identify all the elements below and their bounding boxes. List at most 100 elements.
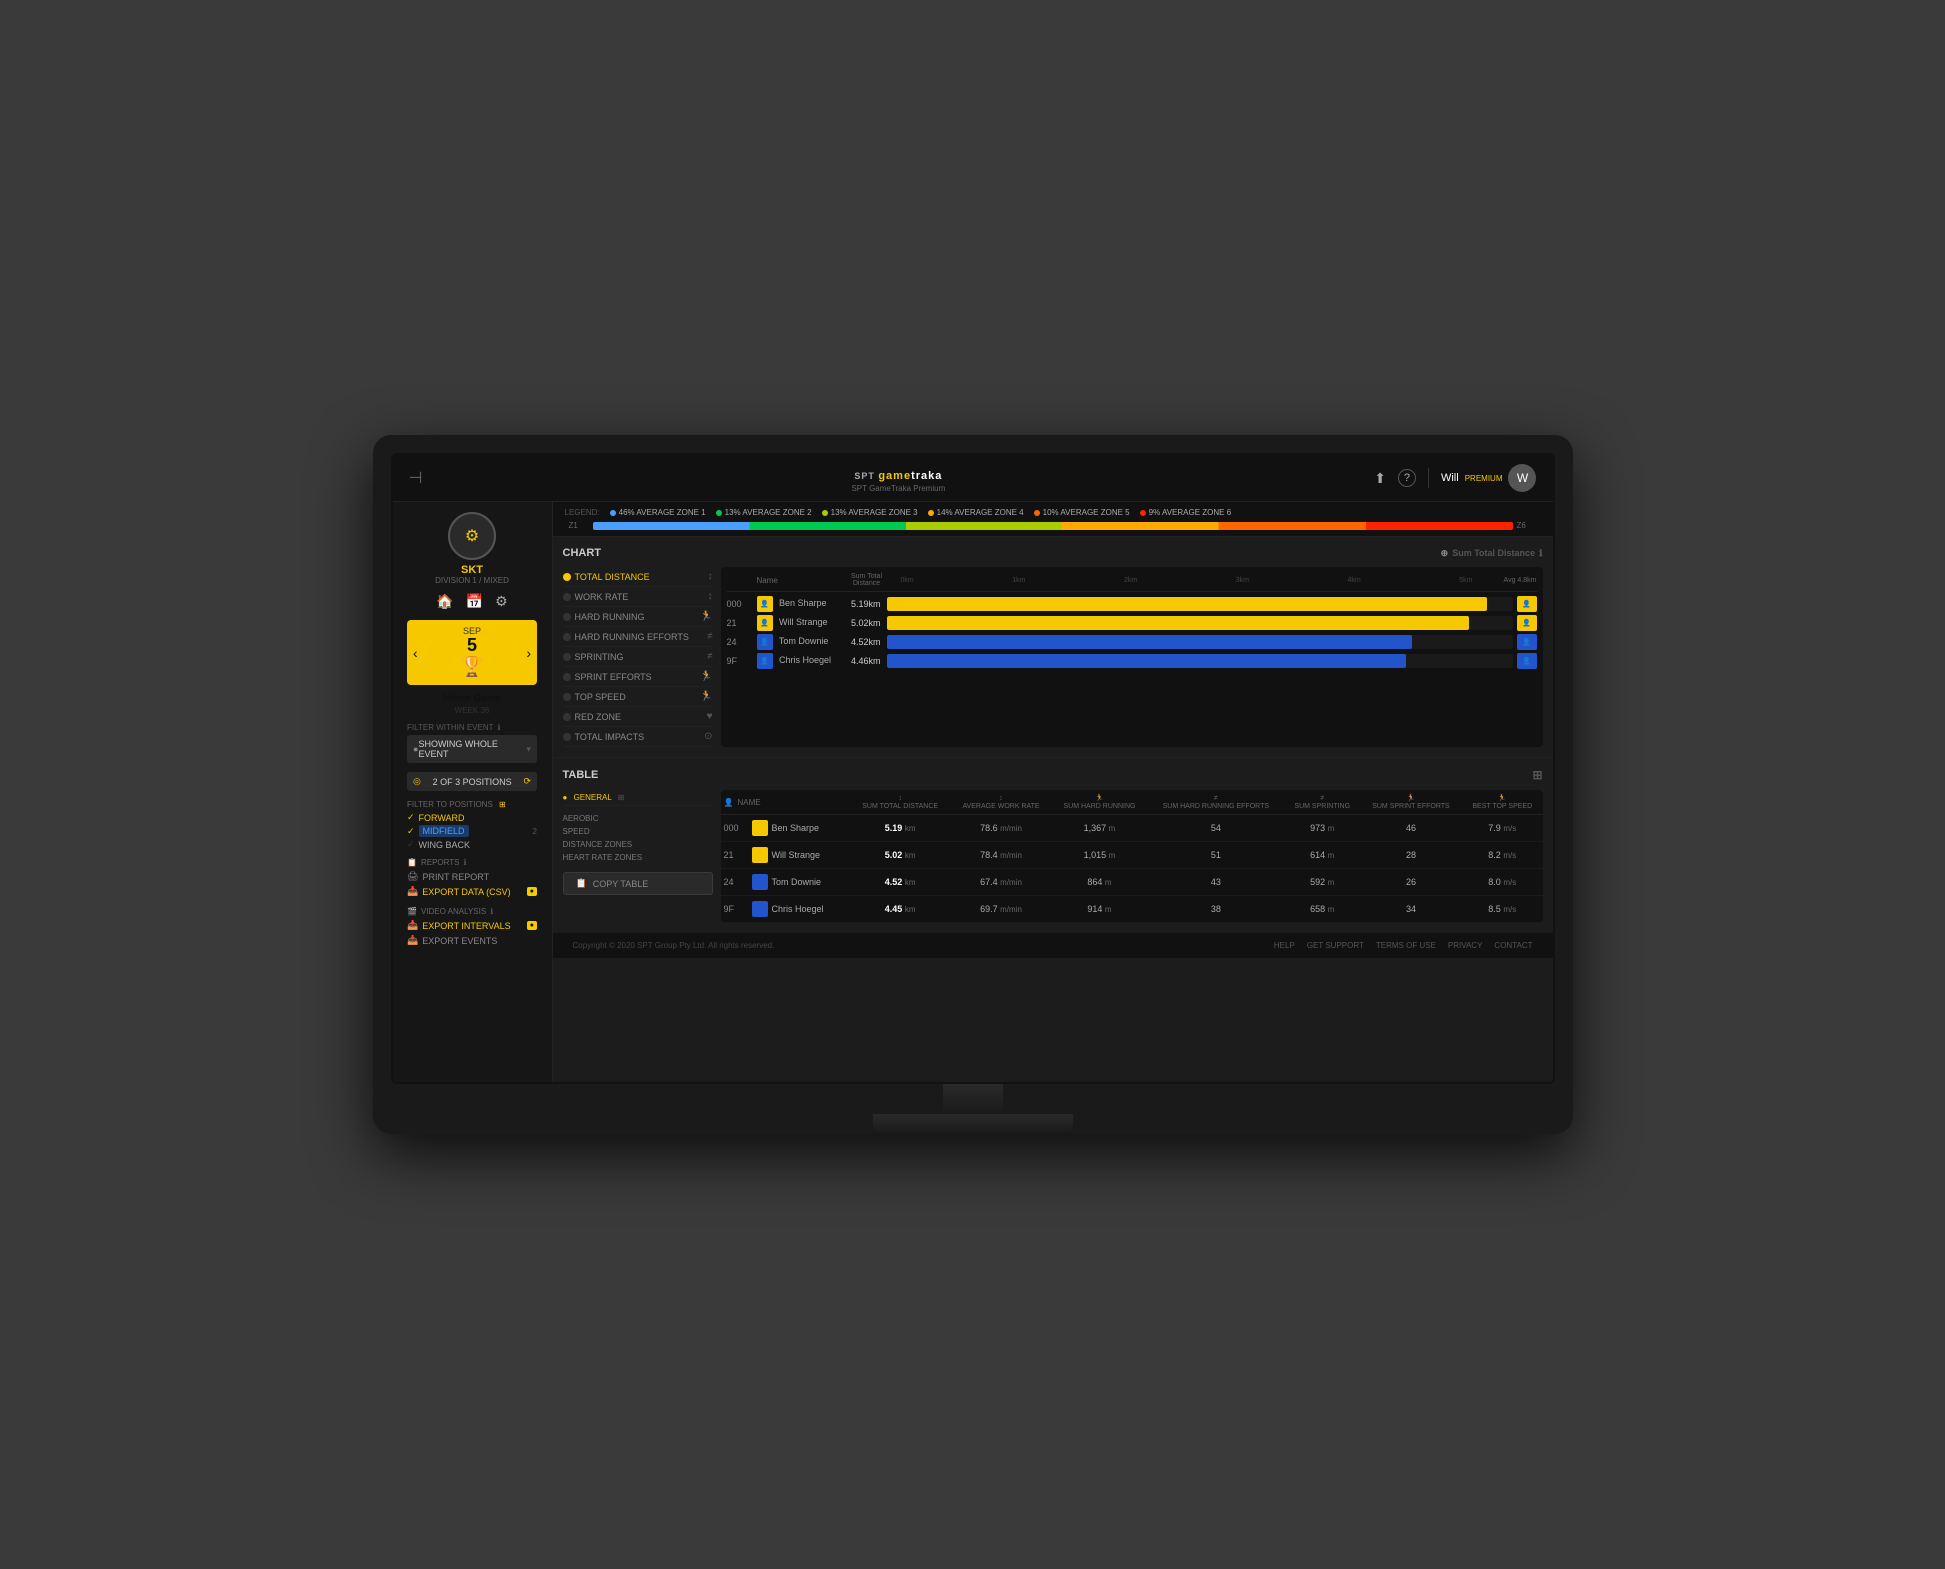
footer-help[interactable]: HELP bbox=[1274, 941, 1295, 950]
sprint-efforts-cell: 26 bbox=[1360, 869, 1462, 896]
hard-running-efforts-cell: 38 bbox=[1147, 896, 1284, 923]
print-report-link[interactable]: 🖨 PRINT REPORT bbox=[407, 871, 537, 882]
sprint-efforts-cell: 34 bbox=[1360, 896, 1462, 923]
zone-legend-bar: LEGEND: 46% AVERAGE ZONE 1 13% AVERAGE Z… bbox=[553, 502, 1553, 537]
sidebar-toggle[interactable]: ⊣ bbox=[409, 468, 423, 488]
event-icon-img: 🏆 bbox=[460, 654, 485, 679]
sprinting-cell: 592 m bbox=[1285, 869, 1360, 896]
main-content: LEGEND: 46% AVERAGE ZONE 1 13% AVERAGE Z… bbox=[553, 502, 1553, 1082]
metric-sprint-efforts[interactable]: SPRINT EFFORTS 🏃 bbox=[563, 667, 713, 687]
metric-sprinting[interactable]: SPRINTING ≠ bbox=[563, 647, 713, 667]
hard-running-efforts-cell: 54 bbox=[1147, 815, 1284, 842]
sprint-efforts-cell: 28 bbox=[1360, 842, 1462, 869]
footer-contact[interactable]: CONTACT bbox=[1494, 941, 1532, 950]
metric-top-speed[interactable]: TOP SPEED 🏃 bbox=[563, 687, 713, 707]
zone-6: 9% AVERAGE ZONE 6 bbox=[1140, 508, 1232, 517]
export-intervals-link[interactable]: 📥 EXPORT INTERVALS ● bbox=[407, 920, 537, 931]
chart-bar bbox=[887, 597, 1513, 611]
table-row: 24 Tom Downie 4.52 km bbox=[721, 869, 1543, 896]
showing-whole-event[interactable]: ● SHOWING WHOLE EVENT ▾ bbox=[407, 735, 537, 763]
col-header-work-rate[interactable]: ↕ Average Work Rate bbox=[950, 790, 1052, 815]
next-event-btn[interactable]: › bbox=[526, 645, 531, 661]
player-cell: 21 Will Strange bbox=[721, 842, 851, 869]
metric-hard-running-efforts[interactable]: HARD RUNNING EFFORTS ≠ bbox=[563, 627, 713, 647]
sidebar-nav-icons: 🏠 📅 ⚙ bbox=[436, 593, 507, 610]
zone-3: 13% AVERAGE ZONE 3 bbox=[822, 508, 918, 517]
hard-running-efforts-cell: 51 bbox=[1147, 842, 1284, 869]
position-midfield[interactable]: ✓ MIDFIELD 2 bbox=[407, 825, 537, 837]
col-header-sprint-efforts[interactable]: 🏃 Sum Sprint Efforts bbox=[1360, 790, 1462, 815]
speed-group[interactable]: SPEED bbox=[563, 825, 713, 838]
chart-scale: 0km 1km 2km 3km 4km 5km bbox=[897, 577, 1477, 584]
col-header-hard-running[interactable]: 🏃 Sum Hard Running bbox=[1052, 790, 1147, 815]
work-rate-cell: 67.4 m/min bbox=[950, 869, 1052, 896]
work-rate-cell: 78.6 m/min bbox=[950, 815, 1052, 842]
distance-zones-group[interactable]: DISTANCE ZONES bbox=[563, 838, 713, 851]
sprint-efforts-cell: 46 bbox=[1360, 815, 1462, 842]
sprinting-cell: 614 m bbox=[1285, 842, 1360, 869]
settings-icon[interactable]: ⚙ bbox=[495, 593, 508, 610]
chart-bar bbox=[887, 616, 1513, 630]
prev-event-btn[interactable]: ‹ bbox=[413, 645, 418, 661]
col-header-top-speed[interactable]: 🏃 Best Top Speed bbox=[1462, 790, 1542, 815]
event-title: Home Game bbox=[443, 693, 501, 704]
app-header: ⊣ SPT gametraka SPT GameTraka Premium ⬆ … bbox=[393, 455, 1553, 502]
app-footer: Copyright © 2020 SPT Group Pty Ltd. All … bbox=[553, 933, 1553, 958]
top-speed-cell: 7.9 m/s bbox=[1462, 815, 1542, 842]
chart-metrics-list: TOTAL DISTANCE ↕ WORK RATE ↕ bbox=[563, 567, 713, 747]
chart-bar bbox=[887, 654, 1513, 668]
player-avatar bbox=[752, 901, 768, 917]
player-avatar: 👤 bbox=[757, 653, 773, 669]
stats-table: 👤 Name ↕ Sum Total Distance bbox=[721, 790, 1543, 923]
footer-privacy[interactable]: PRIVACY bbox=[1448, 941, 1483, 950]
header-right: ⬆ ? Will PREMIUM W bbox=[1374, 464, 1536, 492]
filter-positions-section: FILTER TO POSITIONS ⊞ ✓ FORWARD ✓ MI bbox=[407, 800, 537, 852]
top-speed-cell: 8.2 m/s bbox=[1462, 842, 1542, 869]
export-csv-link[interactable]: 📥 EXPORT DATA (CSV) ● bbox=[407, 886, 537, 897]
footer-terms[interactable]: TERMS OF USE bbox=[1376, 941, 1436, 950]
footer-support[interactable]: GET SUPPORT bbox=[1307, 941, 1364, 950]
metric-hard-running[interactable]: HARD RUNNING 🏃 bbox=[563, 607, 713, 627]
event-day: 5 bbox=[460, 636, 485, 654]
player-avatar bbox=[752, 874, 768, 890]
upload-icon[interactable]: ⬆ bbox=[1374, 470, 1386, 487]
chart-col-name: Name bbox=[757, 576, 837, 585]
top-speed-cell: 8.5 m/s bbox=[1462, 896, 1542, 923]
metric-work-rate[interactable]: WORK RATE ↕ bbox=[563, 587, 713, 607]
copy-table-button[interactable]: 📋 COPY TABLE bbox=[563, 872, 713, 895]
positions-filter[interactable]: ◎ 2 OF 3 POSITIONS ⟳ bbox=[407, 772, 537, 791]
table-row: 9F Chris Hoegel 4.45 km bbox=[721, 896, 1543, 923]
col-header-distance[interactable]: ↕ Sum Total Distance bbox=[850, 790, 950, 815]
zone-2: 13% AVERAGE ZONE 2 bbox=[716, 508, 812, 517]
filter-positions-label: FILTER TO POSITIONS ⊞ bbox=[407, 800, 537, 809]
metric-total-distance[interactable]: TOTAL DISTANCE ↕ bbox=[563, 567, 713, 587]
col-header-sprinting[interactable]: ≠ Sum Sprinting bbox=[1285, 790, 1360, 815]
home-icon[interactable]: 🏠 bbox=[436, 593, 453, 610]
table-row: 21 Will Strange 5.02 km bbox=[721, 842, 1543, 869]
chart-avg-label: Avg 4.8km bbox=[1477, 577, 1537, 584]
table-section: TABLE ⊞ ● GENERAL ⊞ bbox=[553, 758, 1553, 933]
heart-rate-zones-group[interactable]: HEART RATE ZONES bbox=[563, 851, 713, 864]
sprinting-cell: 658 m bbox=[1285, 896, 1360, 923]
help-icon[interactable]: ? bbox=[1398, 469, 1416, 487]
table-row: 000 Ben Sharpe 5.19 km bbox=[721, 815, 1543, 842]
table-sidebar: ● GENERAL ⊞ AEROBIC SPEED bbox=[563, 790, 713, 923]
work-rate-cell: 69.7 m/min bbox=[950, 896, 1052, 923]
hard-running-cell: 1,367 m bbox=[1052, 815, 1147, 842]
metric-red-zone[interactable]: RED ZONE ♥ bbox=[563, 707, 713, 727]
zone-1: 46% AVERAGE ZONE 1 bbox=[610, 508, 706, 517]
user-name: Will bbox=[1441, 472, 1459, 484]
table-expand-icon[interactable]: ⊞ bbox=[1532, 768, 1542, 782]
user-avatar[interactable]: W bbox=[1508, 464, 1536, 492]
chart-row: 24 👤 Tom Downie 4.52km 👤 bbox=[727, 634, 1537, 650]
col-header-hard-running-efforts[interactable]: ≠ Sum Hard Running Efforts bbox=[1147, 790, 1284, 815]
position-forward[interactable]: ✓ FORWARD bbox=[407, 812, 537, 823]
metric-total-impacts[interactable]: TOTAL IMPACTS ⊙ bbox=[563, 727, 713, 747]
chart-row: 21 👤 Will Strange 5.02km 👤 bbox=[727, 615, 1537, 631]
calendar-icon[interactable]: 📅 bbox=[466, 593, 483, 610]
team-sub: DIVISION 1 / MIXED bbox=[435, 576, 509, 585]
export-events-link[interactable]: 📥 EXPORT EVENTS bbox=[407, 935, 537, 946]
aerobic-group[interactable]: AEROBIC bbox=[563, 812, 713, 825]
position-wingback[interactable]: ✓ WING BACK bbox=[407, 839, 537, 850]
monitor-stand bbox=[391, 1084, 1555, 1134]
